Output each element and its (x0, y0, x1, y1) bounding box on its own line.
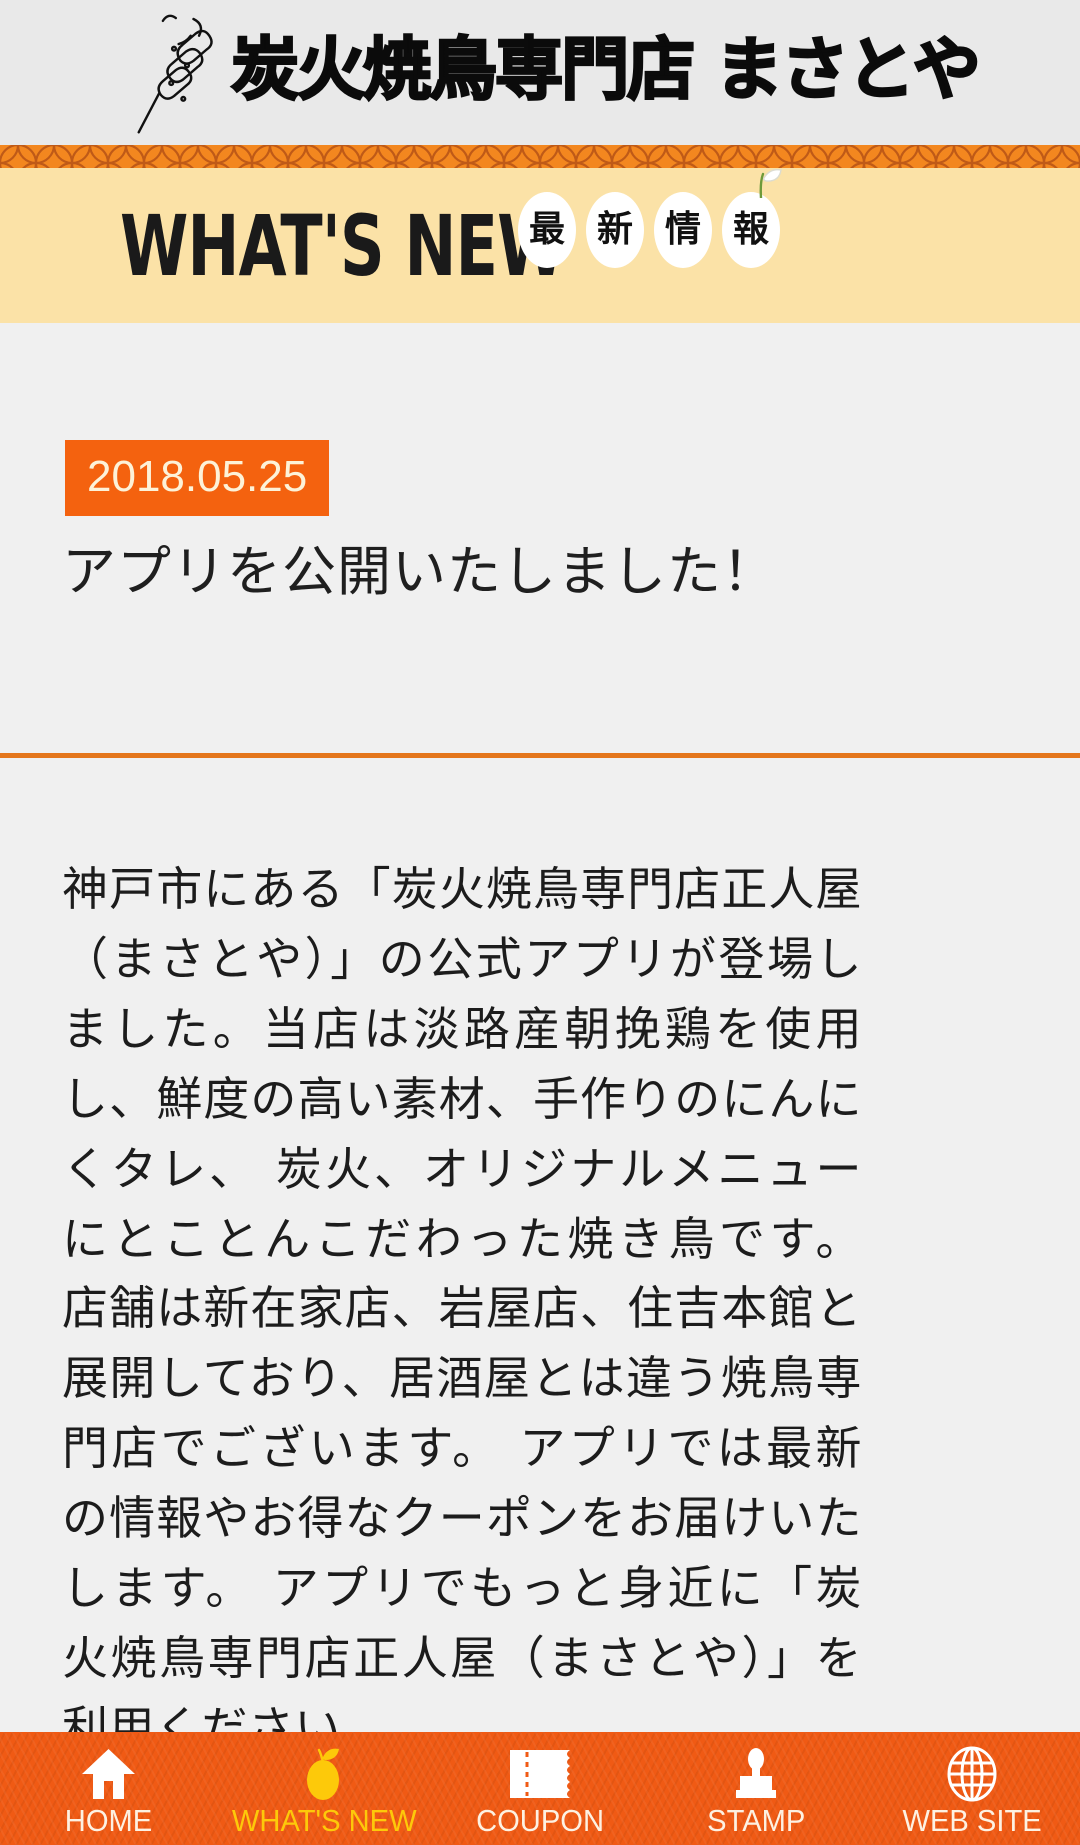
nav-label-home: HOME (64, 1803, 152, 1838)
news-article: 2018.05.25 アプリを公開いたしました！ (0, 323, 1080, 758)
article-date-badge: 2018.05.25 (65, 440, 330, 516)
yakitori-skewer-icon (137, 14, 213, 133)
shop-name: 炭火焼鳥専門店 まさとや (230, 30, 982, 110)
nav-item-whats-new[interactable]: WHAT'S NEW (216, 1732, 432, 1845)
globe-icon (947, 1745, 997, 1802)
app-root: 炭火焼鳥専門店 まさとや WHAT'S NEW 最 新 情 報 2018.05.… (0, 0, 1080, 1845)
kanji-bubble-1: 最 (518, 192, 576, 268)
kanji-bubble-2: 新 (586, 192, 644, 268)
apple-icon (297, 1745, 352, 1802)
kanji-char: 新 (596, 209, 633, 250)
banner-kanji-group: 最 新 情 報 (518, 168, 782, 268)
kanji-char: 情 (664, 209, 701, 250)
apple-leaf-icon (759, 168, 782, 198)
banner-title: WHAT'S NEW (120, 196, 565, 295)
nav-item-web-site[interactable]: WEB SITE (864, 1732, 1080, 1845)
shippo-pattern (0, 145, 1080, 168)
ticket-icon (509, 1745, 571, 1802)
nav-label-coupon: COUPON (476, 1803, 604, 1838)
article-title: アプリを公開いたしました！ (62, 540, 777, 603)
kanji-char: 最 (528, 209, 565, 250)
whats-new-banner: WHAT'S NEW 最 新 情 報 (0, 168, 1080, 323)
nav-item-home[interactable]: HOME (0, 1732, 216, 1845)
nav-item-coupon[interactable]: COUPON (432, 1732, 648, 1845)
nav-label-whats-new: WHAT'S NEW (231, 1803, 417, 1838)
app-header: 炭火焼鳥専門店 まさとや (0, 0, 1080, 145)
kanji-bubble-4: 報 (722, 168, 782, 268)
kanji-bubble-3: 情 (654, 192, 712, 268)
kanji-char: 報 (732, 209, 769, 250)
section-divider (0, 753, 1080, 758)
nav-label-stamp: STAMP (706, 1803, 806, 1838)
article-body: 神戸市にある「炭火焼鳥専門店正人屋（まさとや）」の公式アプリが登場しました。当店… (62, 862, 862, 1755)
home-icon (81, 1745, 136, 1802)
nav-item-stamp[interactable]: STAMP (648, 1732, 864, 1845)
nav-label-web-site: WEB SITE (902, 1803, 1042, 1838)
bottom-navigation-bar: HOME WHAT'S NEW COUPON STAMP WEB SITE (0, 1732, 1080, 1845)
stamp-icon (730, 1745, 782, 1802)
